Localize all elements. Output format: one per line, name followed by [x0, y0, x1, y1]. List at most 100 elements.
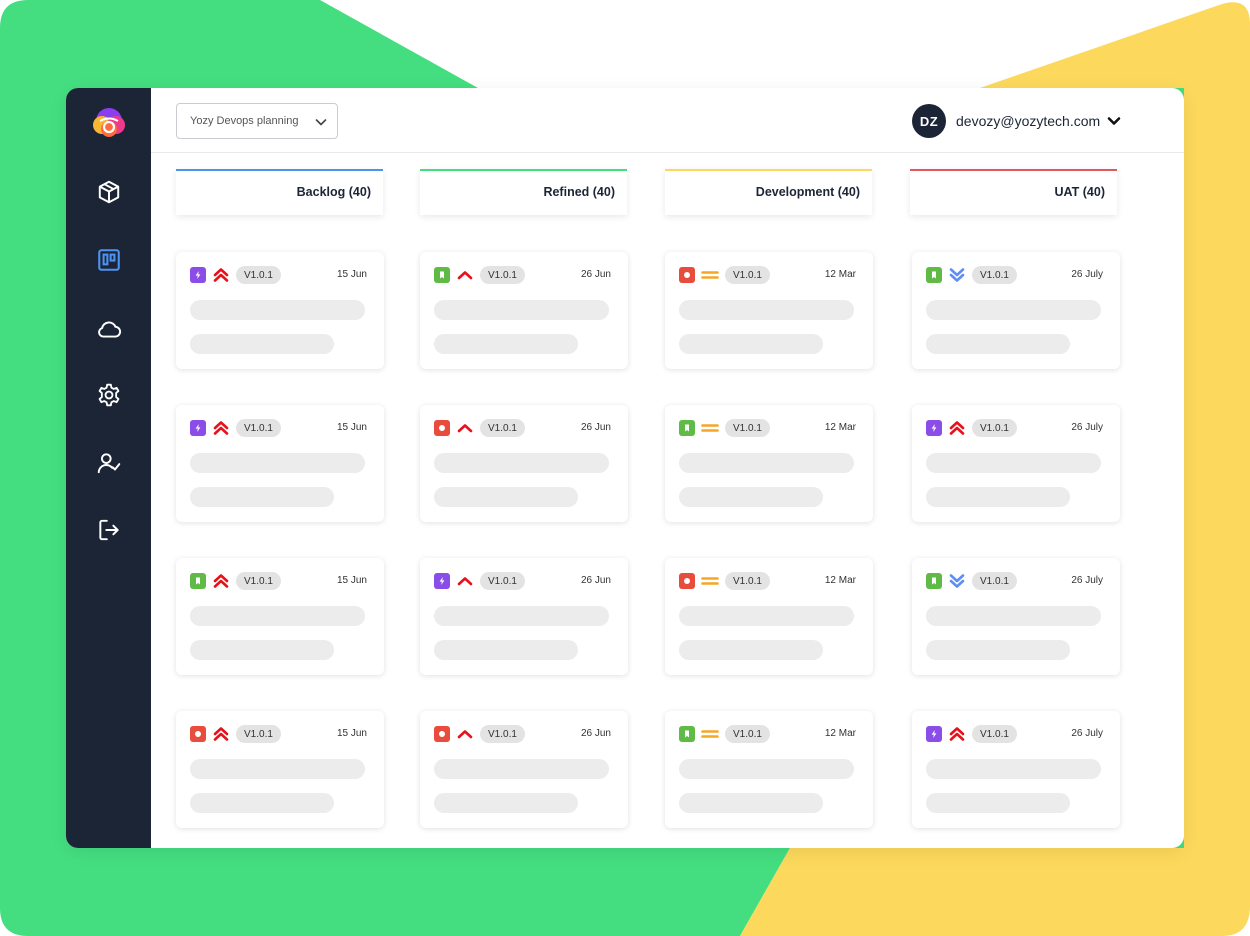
card-date: 26 Jun	[580, 575, 611, 586]
card-date: 12 Mar	[824, 728, 856, 739]
skeleton-line	[926, 793, 1070, 813]
yozy-logo	[93, 108, 125, 137]
version-badge: V1.0.1	[972, 572, 1017, 590]
issue-card[interactable]: V1.0.1 12 Mar	[665, 252, 873, 369]
version-badge: V1.0.1	[725, 725, 770, 743]
skeleton-line	[926, 640, 1070, 660]
project-dropdown-label: Yozy Devops planning	[190, 115, 299, 127]
skeleton-line	[679, 793, 823, 813]
user-menu[interactable]: DZ devozy@yozytech.com	[912, 104, 1122, 138]
card-date: 15 Jun	[336, 269, 367, 280]
card-date: 12 Mar	[824, 422, 856, 433]
skeleton-line	[190, 793, 334, 813]
priority-highest-icon	[949, 421, 965, 435]
skeleton-line	[190, 640, 334, 660]
skeleton-line	[679, 300, 854, 320]
issue-card[interactable]: V1.0.1 26 July	[912, 558, 1120, 675]
bug-type-icon	[195, 731, 201, 737]
issue-type-badge	[926, 420, 942, 436]
issue-card[interactable]: V1.0.1 12 Mar	[665, 405, 873, 522]
app-window: Yozy Devops planning DZ devozy@yozytech.…	[66, 88, 1184, 848]
skeleton-line	[434, 300, 609, 320]
skeleton-line	[190, 300, 365, 320]
issue-type-badge	[190, 573, 206, 589]
priority-high-icon	[457, 730, 473, 739]
skeleton-line	[679, 334, 823, 354]
sidebar-item-users[interactable]	[95, 449, 123, 477]
issue-card[interactable]: V1.0.1 26 July	[912, 252, 1120, 369]
column-header: Refined (40)	[420, 169, 627, 215]
card-date: 12 Mar	[824, 269, 856, 280]
sidebar-item-box[interactable]	[95, 178, 123, 206]
bug-type-icon	[439, 425, 445, 431]
version-badge: V1.0.1	[972, 419, 1017, 437]
column-title: Refined (40)	[543, 185, 615, 199]
issue-type-badge	[190, 726, 206, 742]
skeleton-line	[926, 606, 1101, 626]
priority-medium-icon	[701, 577, 719, 585]
sidebar-item-cloud[interactable]	[95, 315, 123, 343]
sidebar-item-logout[interactable]	[95, 516, 123, 544]
priority-highest-icon	[213, 268, 229, 282]
issue-card[interactable]: V1.0.1 26 Jun	[420, 405, 628, 522]
card-date: 15 Jun	[336, 422, 367, 433]
version-badge: V1.0.1	[480, 725, 525, 743]
sidebar-item-settings[interactable]	[95, 381, 123, 409]
issue-card[interactable]: V1.0.1 15 Jun	[176, 405, 384, 522]
top-bar: Yozy Devops planning DZ devozy@yozytech.…	[151, 88, 1184, 153]
project-dropdown[interactable]: Yozy Devops planning	[176, 103, 338, 139]
issue-card[interactable]: V1.0.1 12 Mar	[665, 558, 873, 675]
issue-type-badge	[190, 420, 206, 436]
column-title: UAT (40)	[1054, 185, 1105, 199]
column-title: Development (40)	[755, 185, 860, 199]
column-accent-bar	[176, 169, 383, 171]
version-badge: V1.0.1	[236, 725, 281, 743]
column-accent-bar	[420, 169, 627, 171]
issue-card[interactable]: V1.0.1 12 Mar	[665, 711, 873, 828]
card-date: 26 July	[1071, 728, 1103, 739]
skeleton-line	[190, 759, 365, 779]
column-header: Backlog (40)	[176, 169, 383, 215]
issue-card[interactable]: V1.0.1 26 July	[912, 405, 1120, 522]
issue-type-badge	[679, 420, 695, 436]
priority-high-icon	[457, 271, 473, 280]
issue-type-badge	[434, 573, 450, 589]
skeleton-line	[190, 606, 365, 626]
logout-icon	[99, 519, 119, 541]
avatar: DZ	[912, 104, 946, 138]
issue-card[interactable]: V1.0.1 26 Jun	[420, 252, 628, 369]
issue-type-badge	[434, 726, 450, 742]
skeleton-line	[190, 487, 334, 507]
cloud-icon	[98, 321, 122, 338]
task-type-icon	[931, 424, 937, 432]
issue-type-badge	[679, 573, 695, 589]
skeleton-line	[434, 487, 578, 507]
skeleton-line	[926, 334, 1070, 354]
issue-type-badge	[926, 573, 942, 589]
issue-card[interactable]: V1.0.1 15 Jun	[176, 711, 384, 828]
issue-type-badge	[434, 420, 450, 436]
card-date: 26 Jun	[580, 422, 611, 433]
card-date: 15 Jun	[336, 728, 367, 739]
issue-type-badge	[434, 267, 450, 283]
skeleton-line	[926, 453, 1101, 473]
card-date: 26 July	[1071, 422, 1103, 433]
sidebar-item-board[interactable]	[95, 246, 123, 274]
gear-icon	[98, 383, 120, 407]
column-header: Development (40)	[665, 169, 872, 215]
version-badge: V1.0.1	[236, 266, 281, 284]
issue-card[interactable]: V1.0.1 15 Jun	[176, 252, 384, 369]
issue-card[interactable]: V1.0.1 26 Jun	[420, 558, 628, 675]
skeleton-line	[926, 300, 1101, 320]
user-check-icon	[97, 453, 121, 474]
issue-card[interactable]: V1.0.1 15 Jun	[176, 558, 384, 675]
task-type-icon	[195, 271, 201, 279]
issue-type-badge	[926, 267, 942, 283]
skeleton-line	[434, 640, 578, 660]
priority-high-icon	[457, 577, 473, 586]
version-badge: V1.0.1	[236, 419, 281, 437]
issue-card[interactable]: V1.0.1 26 July	[912, 711, 1120, 828]
issue-card[interactable]: V1.0.1 26 Jun	[420, 711, 628, 828]
skeleton-line	[434, 453, 609, 473]
priority-lowest-icon	[949, 574, 965, 588]
